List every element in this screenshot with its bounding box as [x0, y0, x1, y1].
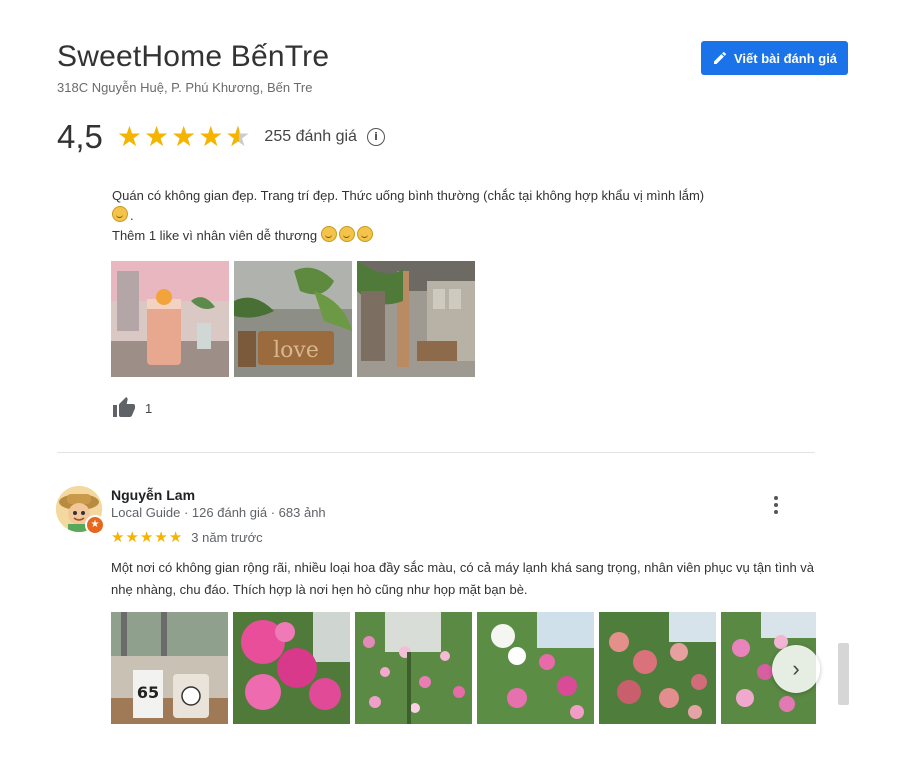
- review-text: Một nơi có không gian rộng rãi, nhiều lo…: [111, 560, 815, 597]
- review-photo-interior[interactable]: [357, 261, 475, 377]
- review-count-link[interactable]: 255 đánh giá: [264, 128, 357, 146]
- star-icon: ★: [143, 121, 170, 152]
- star-icon: ★: [154, 529, 168, 546]
- more-options-icon[interactable]: [766, 492, 786, 518]
- rating-stars: ★ ★ ★ ★ ★: [116, 121, 251, 152]
- review-photo-white-flowers[interactable]: [477, 612, 594, 724]
- like-action[interactable]: 1: [111, 396, 152, 420]
- star-icon: ★: [198, 121, 224, 152]
- place-title: SweetHome BếnTre: [57, 40, 330, 73]
- like-count: 1: [145, 400, 153, 416]
- review-photo-bougainvillea[interactable]: [599, 612, 716, 724]
- chevron-right-icon: ›: [792, 656, 800, 681]
- place-address: 318C Nguyễn Huệ, P. Phú Khương, Bến Tre: [57, 80, 313, 95]
- pencil-icon: [713, 51, 726, 64]
- star-icon: ★: [168, 529, 183, 546]
- reviewer-name[interactable]: Nguyễn Lam: [111, 487, 195, 503]
- star-icon: ★: [116, 121, 142, 152]
- smile-emoji-icon: [356, 226, 373, 242]
- smile-emoji-icon: [338, 226, 355, 242]
- star-icon: ★: [139, 529, 154, 546]
- review-time: 3 năm trước: [191, 530, 263, 545]
- review-line: Quán có không gian đẹp. Trang trí đẹp. T…: [112, 188, 705, 203]
- write-review-button[interactable]: Viết bài đánh giá: [701, 41, 848, 75]
- thumbs-up-icon: [113, 397, 135, 417]
- scrollbar[interactable]: [838, 643, 849, 705]
- local-guide-badge-icon: ★: [85, 515, 105, 535]
- reviewer-meta: Local Guide · 126 đánh giá · 683 ảnh: [111, 505, 326, 520]
- svg-text:love: love: [273, 338, 319, 363]
- review-photo-love-sign[interactable]: love: [234, 261, 352, 377]
- smile-emoji-icon: [112, 206, 128, 222]
- star-icon: ★: [171, 121, 197, 152]
- rating-value: 4,5: [57, 118, 103, 155]
- write-review-label: Viết bài đánh giá: [733, 50, 838, 66]
- star-icon: ★: [125, 529, 139, 546]
- review-photos: love: [111, 261, 475, 377]
- review-photos: 65: [111, 612, 816, 724]
- review-divider: [57, 452, 815, 453]
- review-photo-flower-arch[interactable]: [355, 612, 472, 724]
- rating-summary: 4,5 ★ ★ ★ ★ ★ 255 đánh giá i: [57, 118, 385, 156]
- review-photo-drink[interactable]: [111, 261, 229, 377]
- cup-number-label: 65: [137, 683, 159, 702]
- review-line: .: [112, 206, 812, 226]
- review-photo-cups[interactable]: 65: [111, 612, 228, 724]
- review-text: Quán có không gian đẹp. Trang trí đẹp. T…: [112, 186, 812, 246]
- review-photo-pink-flowers[interactable]: [233, 612, 350, 724]
- info-icon[interactable]: i: [366, 128, 385, 146]
- review-stars: ★ ★ ★ ★ ★ 3 năm trước: [111, 530, 263, 545]
- next-photo-button[interactable]: ›: [772, 645, 820, 693]
- review-line: Thêm 1 like vì nhân viên dễ thương: [112, 226, 812, 246]
- star-icon: ★: [111, 529, 125, 546]
- smile-emoji-icon: [320, 226, 337, 242]
- half-star-icon: ★: [225, 123, 250, 152]
